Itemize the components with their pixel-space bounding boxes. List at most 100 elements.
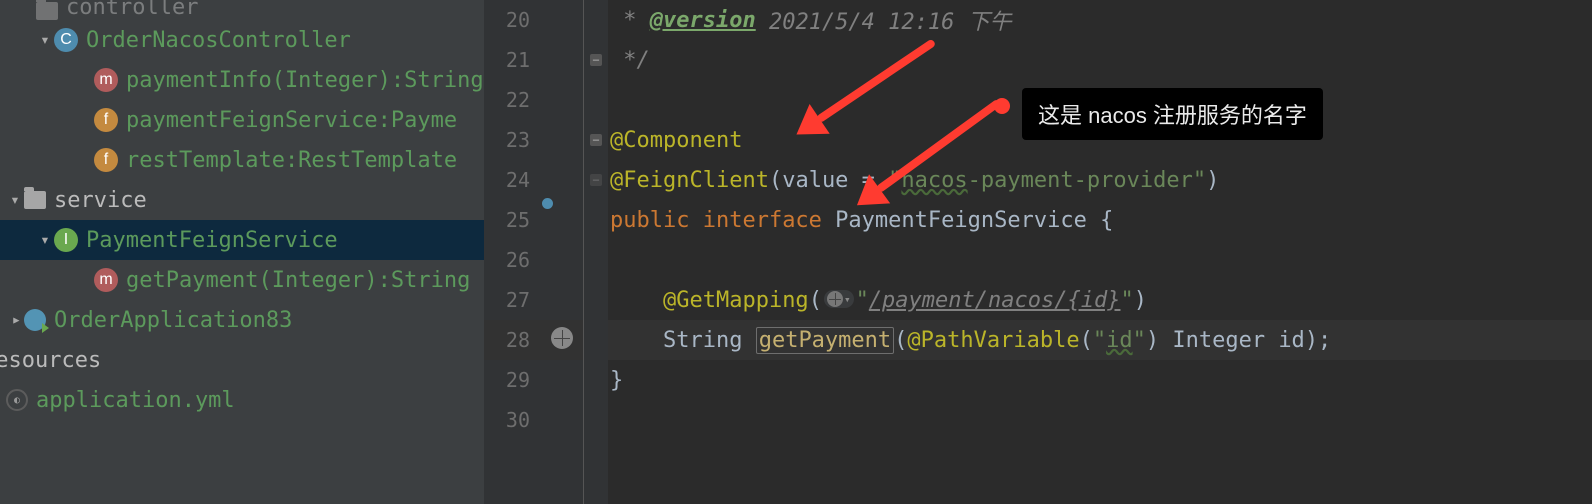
indent [610, 288, 663, 313]
gutter-line[interactable]: 22 [484, 80, 583, 120]
gutter-line[interactable]: 29 [484, 360, 583, 400]
gutter-line[interactable]: 28 [484, 320, 583, 360]
line-number: 26 [496, 248, 530, 272]
tree-label: application.yml [36, 388, 235, 413]
paren: ); [1305, 328, 1332, 353]
annotation-tooltip: 这是 nacos 注册服务的名字 [1022, 88, 1323, 140]
tree-item-controller-cut[interactable]: controller [0, 0, 484, 20]
yaml-file-icon: ◐ [6, 389, 28, 411]
tree-label: getPayment(Integer):String [126, 268, 470, 293]
string: nacos [901, 168, 967, 193]
comment-text: * [610, 8, 650, 33]
comment-text: 2021/5/4 12:16 下午 [756, 4, 1012, 36]
tree-item-method-paymentinfo[interactable]: m paymentInfo(Integer):String [0, 60, 484, 100]
project-tree[interactable]: controller ▾ C OrderNacosController m pa… [0, 0, 484, 504]
gutter-line[interactable]: 25 [484, 200, 583, 240]
paren: ( [769, 168, 782, 193]
gutter-line[interactable]: 27 [484, 280, 583, 320]
method-icon: m [94, 68, 118, 92]
fold-marker-icon[interactable] [590, 174, 602, 186]
string: -payment-provider" [968, 168, 1206, 193]
gutter-line[interactable]: 21 [484, 40, 583, 80]
return-type: String [663, 328, 756, 353]
fold-marker-icon[interactable] [590, 134, 602, 146]
keyword: interface [703, 208, 835, 233]
param-name: id [1278, 328, 1305, 353]
paren: ( [1080, 328, 1093, 353]
gutter-line[interactable]: 23 [484, 120, 583, 160]
line-number: 30 [496, 408, 530, 432]
fold-column[interactable] [584, 0, 608, 504]
tree-item-folder-service[interactable]: ▾ service [0, 180, 484, 220]
tree-item-class-ordernacoscontroller[interactable]: ▾ C OrderNacosController [0, 20, 484, 60]
mapping-path: /payment/nacos/{id} [869, 288, 1121, 313]
tree-item-field-paymentfeignservice[interactable]: f paymentFeignService:Payme [0, 100, 484, 140]
folder-icon [24, 191, 46, 209]
folder-icon [36, 2, 58, 20]
line-number: 24 [496, 168, 530, 192]
annotation: @Component [610, 128, 742, 153]
field-icon: f [94, 108, 118, 132]
tree-item-method-getpayment[interactable]: m getPayment(Integer):String [0, 260, 484, 300]
tree-label: restTemplate:RestTemplate [126, 148, 457, 173]
chevron-down-icon[interactable]: ▾ [36, 30, 54, 49]
tree-label: controller [66, 0, 198, 20]
string: " [1133, 328, 1146, 353]
gutter-line[interactable]: 24 [484, 160, 583, 200]
tree-item-field-resttemplate[interactable]: f restTemplate:RestTemplate [0, 140, 484, 180]
string: " [1120, 288, 1133, 313]
gutter-line[interactable]: 20 [484, 0, 583, 40]
tree-label: paymentInfo(Integer):String [126, 68, 484, 93]
annotation: @FeignClient [610, 168, 769, 193]
code-line-30[interactable] [608, 400, 1592, 440]
code-line-21[interactable]: */ [608, 40, 1592, 80]
code-line-29[interactable]: } [608, 360, 1592, 400]
class-icon: C [54, 28, 78, 52]
code-line-24[interactable]: @FeignClient(value = "nacos-payment-prov… [608, 160, 1592, 200]
gutter-line[interactable]: 30 [484, 400, 583, 440]
code-line-25[interactable]: public interface PaymentFeignService { [608, 200, 1592, 240]
annotation: @PathVariable [907, 328, 1079, 353]
tree-label: OrderNacosController [86, 28, 351, 53]
caret-highlight: getPayment [756, 327, 894, 354]
line-number: 23 [496, 128, 530, 152]
code-line-20[interactable]: * @version 2021/5/4 12:16 下午 [608, 0, 1592, 40]
web-endpoint-icon[interactable] [551, 327, 573, 349]
line-number: 21 [496, 48, 530, 72]
line-number: 28 [496, 328, 530, 352]
url-globe-icon[interactable]: ▾ [824, 290, 854, 308]
gutter-line[interactable]: 26 [484, 240, 583, 280]
string: " [856, 288, 869, 313]
paren: ) [1146, 328, 1173, 353]
tree-label: PaymentFeignService [86, 228, 338, 253]
string: id [1106, 328, 1133, 353]
code-line-26[interactable] [608, 240, 1592, 280]
javadoc-tag: @version [650, 8, 756, 33]
chevron-right-icon[interactable]: ▾ [6, 311, 25, 329]
brace: } [610, 368, 623, 393]
paren: ( [809, 288, 822, 313]
chevron-down-icon[interactable]: ▾ [36, 230, 54, 249]
tree-item-orderapplication83[interactable]: ▾ OrderApplication83 [0, 300, 484, 340]
editor-gutter[interactable]: 20 21 22 23 24 25 26 27 28 29 30 [484, 0, 584, 504]
param-type: Integer [1172, 328, 1278, 353]
code-editor[interactable]: * @version 2021/5/4 12:16 下午 */ @Compone… [608, 0, 1592, 504]
fold-marker-icon[interactable] [590, 54, 602, 66]
chevron-down-icon[interactable]: ▾ [6, 190, 24, 209]
tree-item-interface-paymentfeignservice[interactable]: ▾ I PaymentFeignService [0, 220, 484, 260]
brace: { [1100, 208, 1113, 233]
tree-item-application-yml[interactable]: ◐ application.yml [0, 380, 484, 420]
tree-item-resources[interactable]: resources [0, 340, 484, 380]
code-line-27[interactable]: @GetMapping(▾"/payment/nacos/{id}") [608, 280, 1592, 320]
code-line-28[interactable]: String getPayment(@PathVariable("id") In… [608, 320, 1592, 360]
line-number: 25 [496, 208, 530, 232]
comment-text [610, 48, 623, 73]
keyword: public [610, 208, 703, 233]
line-number: 22 [496, 88, 530, 112]
string: " [1093, 328, 1106, 353]
line-number: 20 [496, 8, 530, 32]
line-number: 29 [496, 368, 530, 392]
tree-label: resources [0, 348, 101, 373]
annotation: @GetMapping [663, 288, 809, 313]
paren: ) [1134, 288, 1147, 313]
